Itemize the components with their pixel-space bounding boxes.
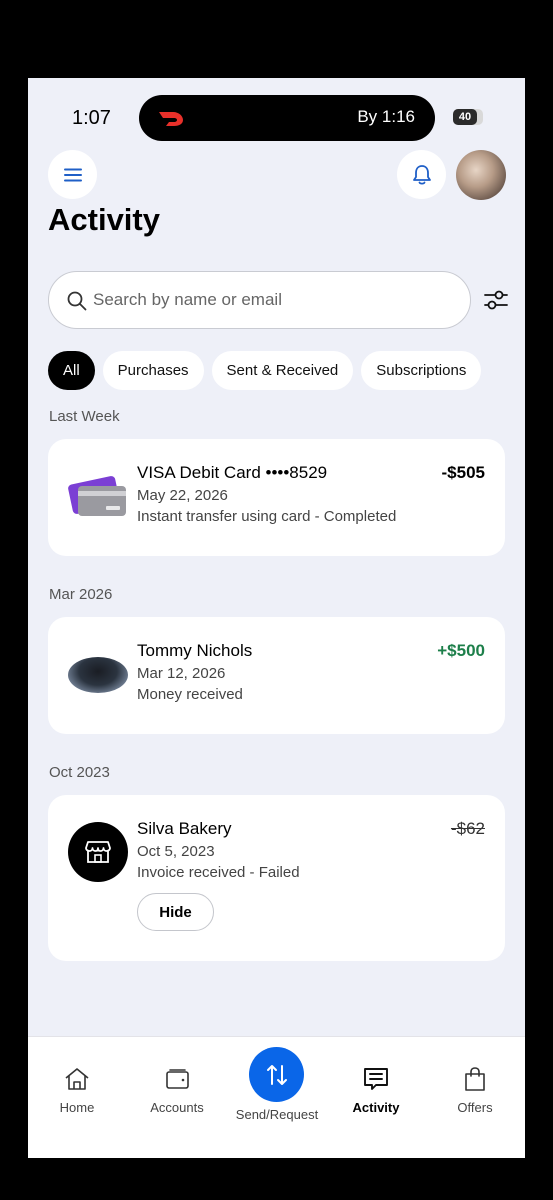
battery-level: 40 <box>453 109 477 125</box>
transaction-date: Mar 12, 2026 <box>137 665 226 682</box>
chip-all[interactable]: All <box>48 351 95 390</box>
delivery-app-logo-icon <box>159 112 183 126</box>
filter-sliders-icon[interactable] <box>483 287 509 313</box>
transaction-description: Money received <box>137 686 243 703</box>
notifications-button[interactable] <box>397 150 446 199</box>
transaction-amount: -$505 <box>441 463 485 482</box>
chip-subscriptions[interactable]: Subscriptions <box>361 351 482 390</box>
wallet-icon <box>166 1069 189 1089</box>
transaction-description: Invoice received - Failed <box>137 864 300 881</box>
transaction-card[interactable]: Silva Bakery Oct 5, 2023 Invoice receive… <box>48 795 505 961</box>
section-header: Mar 2026 <box>49 586 113 603</box>
search-bar[interactable] <box>48 271 471 329</box>
profile-avatar[interactable] <box>456 150 506 200</box>
transaction-name: Silva Bakery <box>137 819 232 838</box>
contact-avatar <box>68 657 128 693</box>
chip-purchases[interactable]: Purchases <box>102 351 204 390</box>
nav-home-label: Home <box>59 1100 95 1115</box>
merchant-logo <box>68 822 128 882</box>
transaction-name: VISA Debit Card ••••8529 <box>137 463 328 482</box>
status-time: 1:07 <box>72 107 111 129</box>
send-request-button[interactable] <box>249 1047 304 1102</box>
search-icon <box>67 291 87 311</box>
transaction-date: Oct 5, 2023 <box>137 843 215 860</box>
nav-activity-label: Activity <box>352 1100 400 1115</box>
transaction-name: Tommy Nichols <box>137 641 253 660</box>
transaction-amount: +$500 <box>437 641 485 660</box>
nav-accounts-label: Accounts <box>150 1100 204 1115</box>
shopping-bag-icon <box>465 1067 485 1091</box>
hide-button[interactable]: Hide <box>137 893 214 931</box>
home-icon <box>65 1068 89 1090</box>
bell-icon <box>412 164 431 185</box>
receipt-icon <box>364 1068 388 1090</box>
transaction-description: Instant transfer using card - Completed <box>137 508 397 525</box>
transfer-arrows-icon <box>266 1064 287 1085</box>
filter-chips: All Purchases Sent & Received Subscripti… <box>48 351 482 390</box>
page-title: Activity <box>48 202 160 237</box>
transaction-date: May 22, 2026 <box>137 487 228 504</box>
menu-button[interactable] <box>48 150 97 199</box>
hamburger-icon <box>63 168 82 181</box>
transaction-card[interactable]: Tommy Nichols Mar 12, 2026 Money receive… <box>48 617 505 734</box>
nav-send-label[interactable]: Send/Request <box>221 1107 333 1122</box>
transaction-card[interactable]: VISA Debit Card ••••8529 May 22, 2026 In… <box>48 439 505 556</box>
nav-offers-label: Offers <box>457 1100 493 1115</box>
eta-label: By 1:16 <box>357 107 415 126</box>
dynamic-island: By 1:16 <box>139 95 435 141</box>
store-icon <box>85 841 111 863</box>
transaction-amount: -$62 <box>450 819 485 838</box>
chip-sent-received[interactable]: Sent & Received <box>211 351 354 390</box>
battery-indicator: 40 <box>453 109 483 125</box>
bottom-nav: Home Accounts Send/Request Activity Offe… <box>28 1036 525 1158</box>
section-header: Last Week <box>49 408 120 425</box>
search-input[interactable] <box>93 284 453 316</box>
debit-cards-icon <box>68 476 126 516</box>
section-header: Oct 2023 <box>49 764 110 781</box>
app-screen: 1:07 By 1:16 40 Activity All Purchases <box>28 78 525 1158</box>
